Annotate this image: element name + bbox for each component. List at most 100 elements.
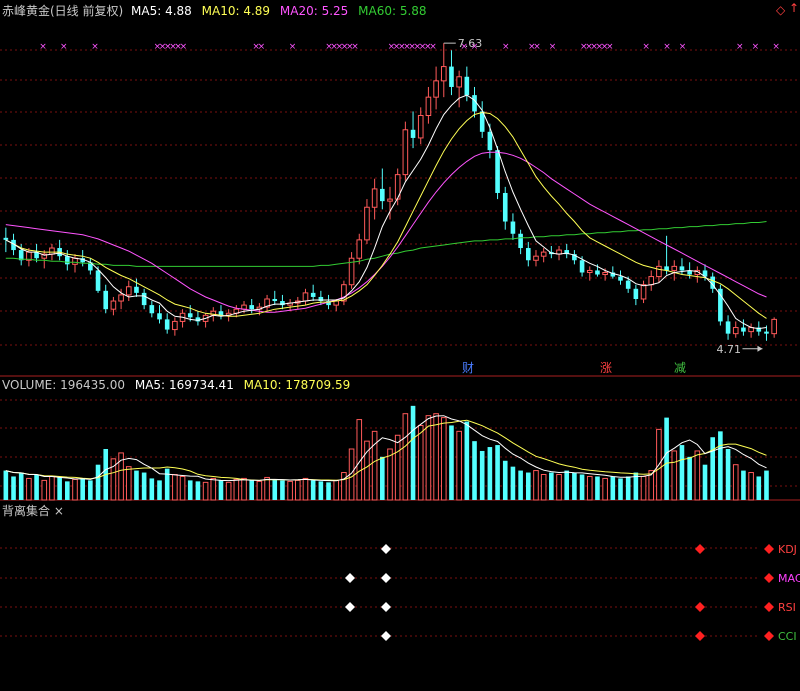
divergence-diamond xyxy=(381,631,391,641)
candle-body xyxy=(440,66,447,82)
candle-body xyxy=(540,251,547,257)
volume-bar xyxy=(141,472,147,500)
vol-ma5-label: MA5: xyxy=(134,378,166,392)
signal-mark: × xyxy=(502,42,510,52)
candle-body xyxy=(387,198,393,202)
volume-bar xyxy=(225,481,232,501)
volume-bar xyxy=(694,450,701,501)
candle-body xyxy=(364,206,370,241)
divergence-diamond xyxy=(345,573,355,583)
chart-canvas: × × × ×××××× ×× × ×××××× ××××××××× × × × ×× × ×××××× ×… xyxy=(0,37,800,643)
volume-bar xyxy=(88,480,93,500)
divergence-diamond xyxy=(381,544,391,554)
volume-bar xyxy=(149,478,155,500)
candle-body xyxy=(510,221,516,234)
volume-bar xyxy=(302,477,309,501)
volume-bar xyxy=(533,470,539,501)
candle-body xyxy=(633,288,639,299)
volume-bar xyxy=(272,479,278,500)
candle-body xyxy=(679,266,685,271)
diamond-icon[interactable]: ◇ xyxy=(776,3,785,17)
volume-header: VOLUME: 196435.00 MA5: 169734.41 MA10: 1… xyxy=(2,378,350,392)
volume-bar xyxy=(195,481,201,500)
volume-bar xyxy=(394,434,401,501)
volume-bar xyxy=(18,472,24,500)
indicator-label-cci: CCI xyxy=(778,630,797,643)
candle-body xyxy=(95,270,101,291)
close-icon[interactable]: × xyxy=(54,504,64,518)
signal-mark: × xyxy=(39,42,47,52)
volume-bar xyxy=(664,417,669,500)
volume-bar xyxy=(326,482,331,500)
candle-body xyxy=(671,265,678,271)
signal-mark: × xyxy=(679,42,687,52)
up-arrow-icon[interactable]: ↑ xyxy=(789,1,799,15)
volume-bar xyxy=(748,472,754,501)
kline-chart[interactable]: × × × × × × × × × × × × × × × × × × × × × × × × × × × × × × × × × × × × × × × ×… xyxy=(0,0,800,691)
indicator-label-macd: MACD xyxy=(778,572,800,585)
candle-body xyxy=(417,115,424,139)
volume-bar xyxy=(487,447,493,500)
candle-body xyxy=(433,80,439,98)
volume-bar xyxy=(241,477,247,501)
candle-body xyxy=(732,327,739,335)
volume-bar xyxy=(625,476,631,500)
volume-bar xyxy=(425,415,432,501)
volume-bar xyxy=(702,464,708,500)
indicator-header: 背离集合 × xyxy=(2,502,64,519)
volume-bar xyxy=(564,470,570,500)
signal-mark: × xyxy=(772,42,780,52)
volume-bar xyxy=(618,478,623,500)
volume-bar xyxy=(3,470,9,500)
candle-body xyxy=(771,318,777,335)
candle-body xyxy=(625,280,631,289)
volume-bar xyxy=(164,468,170,500)
volume-bar xyxy=(57,477,62,500)
candle-body xyxy=(118,294,124,302)
signal-mark: × xyxy=(736,42,744,52)
volume-bar xyxy=(756,476,762,500)
volume-bar xyxy=(687,456,692,500)
volume-bar xyxy=(479,450,485,500)
volume-bar xyxy=(26,477,32,501)
volume-bar xyxy=(333,479,340,501)
candle-body xyxy=(410,129,416,138)
stock-title: 赤峰黄金(日线 前复权) xyxy=(2,4,124,18)
volume-label: VOLUME: xyxy=(2,378,57,392)
candle-body xyxy=(586,269,593,273)
volume-bar xyxy=(65,481,70,500)
ma5-label: MA5: xyxy=(131,4,162,18)
signal-mark: × xyxy=(91,42,99,52)
candle-body xyxy=(272,298,278,302)
candle-body xyxy=(518,233,523,249)
volume-bar xyxy=(472,441,477,500)
event-marker: 财 xyxy=(462,361,474,375)
candle-body xyxy=(425,96,432,117)
volume-bar xyxy=(287,480,293,501)
candle-body xyxy=(380,188,385,202)
candle-body xyxy=(125,286,132,296)
volume-bar xyxy=(464,421,470,500)
volume-bar xyxy=(556,474,562,501)
volume-bar xyxy=(549,472,554,500)
volume-bar xyxy=(202,481,209,501)
volume-bar xyxy=(80,478,85,500)
volume-bar xyxy=(602,477,608,501)
candle-body xyxy=(249,305,255,310)
candle-body xyxy=(103,290,109,310)
indicator-label-rsi: RSI xyxy=(778,601,796,614)
volume-bar xyxy=(95,464,101,500)
divergence-diamond xyxy=(381,573,391,583)
divergence-diamond xyxy=(345,602,355,612)
vol-ma10-label: MA10: xyxy=(243,378,282,392)
candle-body xyxy=(110,300,117,310)
candle-body xyxy=(302,292,309,302)
candle-body xyxy=(49,247,55,255)
volume-bar xyxy=(679,445,685,500)
signal-mark: × xyxy=(289,42,297,52)
ma5-value: 4.88 xyxy=(165,4,192,18)
volume-bar xyxy=(371,430,378,501)
volume-bar xyxy=(249,480,255,500)
volume-bar xyxy=(764,470,769,500)
divergence-diamond xyxy=(695,631,705,641)
